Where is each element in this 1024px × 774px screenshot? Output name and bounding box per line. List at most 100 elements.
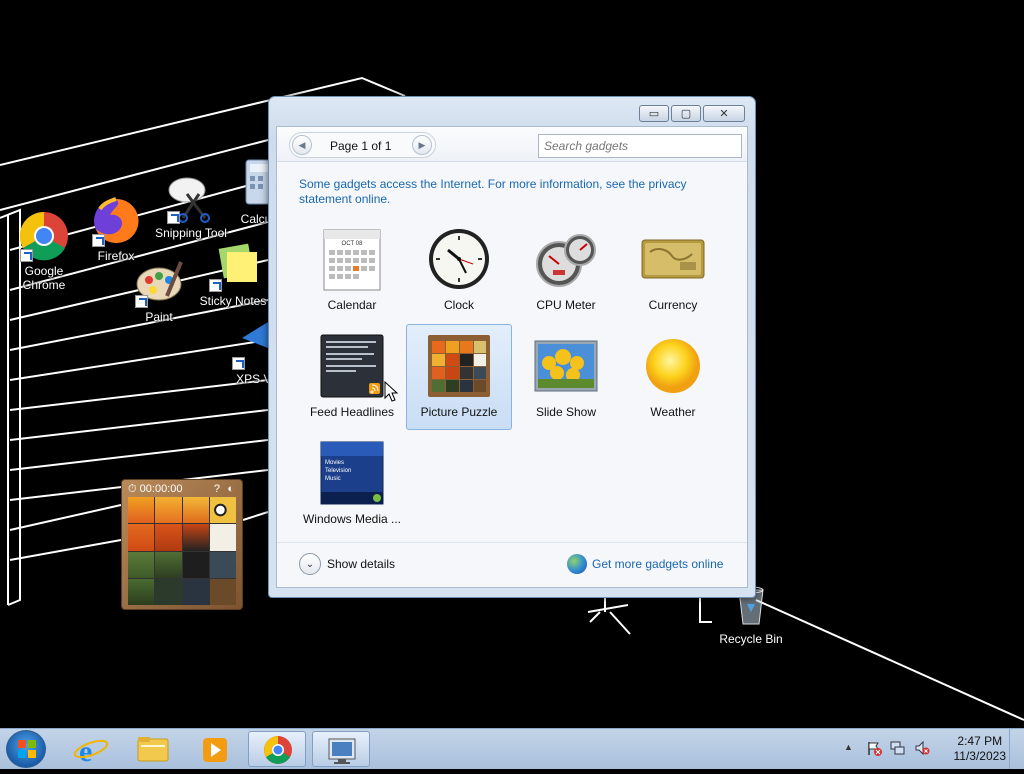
calendar-month-text: OCT 08 <box>342 241 364 247</box>
desktop-icon-google-chrome[interactable]: Google Chrome <box>4 210 84 292</box>
shortcut-arrow-icon <box>232 357 245 370</box>
puzzle-timer: 00:00:00 <box>139 483 183 495</box>
puzzle-tile[interactable] <box>182 551 209 578</box>
puzzle-tile[interactable] <box>209 551 236 578</box>
network-icon[interactable] <box>890 740 906 756</box>
puzzle-tile[interactable] <box>209 578 236 605</box>
search-gadgets-input[interactable] <box>538 134 742 158</box>
desktop-icon-calculator[interactable]: Calcu <box>228 158 268 226</box>
desktop-icon-label: Snipping Tool <box>155 226 227 240</box>
puzzle-tile[interactable] <box>128 524 155 551</box>
desktop-icon-xps-viewer[interactable]: XPS Vi <box>222 318 268 386</box>
maximize-button[interactable]: ▢ <box>671 105 701 122</box>
desktop-icon-label: Paint <box>145 310 173 324</box>
taskbar-google-chrome[interactable] <box>248 731 306 767</box>
gadget-weather[interactable]: Weather <box>620 324 726 430</box>
desktop-icon-label: Recycle Bin <box>719 632 783 646</box>
desktop-icon-snipping-tool[interactable]: Snipping Tool <box>152 172 230 240</box>
chevron-down-icon[interactable]: ⌄ <box>299 553 321 575</box>
gallery-footer: ⌄ Show details Get more gadgets online <box>277 542 747 587</box>
system-tray: ▲ <box>840 729 940 769</box>
puzzle-tile[interactable] <box>209 524 236 551</box>
taskbar-desktop-gadget-gallery[interactable] <box>312 731 370 767</box>
puzzle-tile[interactable] <box>128 551 155 578</box>
calendar-icon: OCT 08 <box>319 226 385 292</box>
puzzle-tile[interactable] <box>182 524 209 551</box>
gadget-label: Slide Show <box>535 405 597 419</box>
sun-weather-icon <box>640 333 706 399</box>
gallery-toolbar: ◀ Page 1 of 1 ▶ <box>277 127 747 162</box>
taskbar-internet-explorer[interactable]: e <box>62 731 120 768</box>
puzzle-tile[interactable] <box>155 524 182 551</box>
slide-show-icon <box>533 333 599 399</box>
volume-muted-icon[interactable] <box>914 740 930 756</box>
puzzle-tile[interactable] <box>155 497 182 524</box>
taskbar-media-player[interactable] <box>186 731 244 767</box>
internet-explorer-icon: e <box>73 735 109 768</box>
taskbar: e ▲ 2:47 PM 11/3/2023 <box>0 728 1024 769</box>
media-player-icon <box>203 738 227 762</box>
pager: ◀ Page 1 of 1 ▶ <box>289 132 436 158</box>
puzzle-header: ⏱ 00:00:00 ? ◐ <box>128 483 236 497</box>
folder-icon <box>137 737 169 762</box>
mouse-cursor <box>384 381 398 402</box>
gadget-label: Weather <box>650 405 696 419</box>
puzzle-tile[interactable] <box>209 497 236 524</box>
windows-logo-icon <box>18 740 36 758</box>
globe-icon <box>567 554 587 574</box>
clock-time: 2:47 PM <box>957 734 1003 748</box>
gadget-gallery-window[interactable]: ▭ ▢ ✕ ◀ Page 1 of 1 ▶ Some gadgets acces… <box>268 96 756 598</box>
desktop-icon-paint[interactable]: Paint <box>119 256 199 324</box>
desktop-icon-firefox[interactable]: Firefox <box>76 195 156 263</box>
gadget-clock[interactable]: Clock <box>406 217 512 323</box>
puzzle-board[interactable] <box>128 497 236 605</box>
gadget-calendar[interactable]: OCT 08 Calendar <box>299 217 405 323</box>
desktop-icon-sticky-notes[interactable]: Sticky Notes <box>198 240 268 308</box>
gadget-slide-show[interactable]: Slide Show <box>513 324 619 430</box>
show-hidden-icons-button[interactable]: ▲ <box>844 742 853 752</box>
gadget-label: Currency <box>648 298 698 312</box>
shortcut-arrow-icon <box>20 249 33 262</box>
puzzle-help-button[interactable]: ? <box>214 483 220 495</box>
privacy-notice-link[interactable]: Some gadgets access the Internet. For mo… <box>299 177 719 207</box>
taskbar-clock[interactable]: 2:47 PM 11/3/2023 <box>954 734 1007 764</box>
previous-page-button[interactable]: ◀ <box>292 135 312 155</box>
minimize-button[interactable]: ▭ <box>639 105 669 122</box>
gadget-feed-headlines[interactable]: Feed Headlines <box>299 324 405 430</box>
clock-date: 11/3/2023 <box>953 749 1007 763</box>
close-button[interactable]: ✕ <box>703 105 745 122</box>
sticky-note-icon <box>207 240 259 292</box>
puzzle-tile[interactable] <box>155 551 182 578</box>
puzzle-hint-icon[interactable]: ◐ <box>227 483 234 495</box>
chrome-icon <box>18 210 70 262</box>
media-menu-item: Movies <box>325 460 344 466</box>
puzzle-tile[interactable] <box>182 497 209 524</box>
taskbar-file-explorer[interactable] <box>124 731 182 767</box>
puzzle-tile[interactable] <box>155 578 182 605</box>
gadget-picture-puzzle[interactable]: Picture Puzzle <box>406 324 512 430</box>
shortcut-arrow-icon <box>135 295 148 308</box>
page-indicator: Page 1 of 1 <box>330 139 392 153</box>
picture-puzzle-gadget[interactable]: ⏱ 00:00:00 ? ◐ <box>121 479 243 610</box>
paint-palette-icon <box>133 256 185 308</box>
shortcut-arrow-icon <box>92 234 105 247</box>
window-controls: ▭ ▢ ✕ <box>639 105 745 122</box>
gadget-windows-media-center[interactable]: Movies Television Music Windows Media ... <box>299 431 405 537</box>
gadget-cpu-meter[interactable]: CPU Meter <box>513 217 619 323</box>
media-menu-item: Music <box>325 476 341 482</box>
next-page-button[interactable]: ▶ <box>412 135 432 155</box>
show-details-button[interactable]: Show details <box>327 557 395 571</box>
show-desktop-button[interactable] <box>1009 729 1024 769</box>
puzzle-tile[interactable] <box>182 578 209 605</box>
shortcut-arrow-icon <box>167 211 180 224</box>
gadget-label: Picture Puzzle <box>420 405 498 419</box>
puzzle-tile[interactable] <box>128 497 155 524</box>
gadget-label: CPU Meter <box>536 298 596 312</box>
gadget-gallery-icon <box>328 738 356 764</box>
media-menu-item: Television <box>325 468 351 474</box>
get-more-gadgets-link[interactable]: Get more gadgets online <box>592 557 723 571</box>
action-center-flag-icon[interactable] <box>866 740 882 756</box>
puzzle-tile[interactable] <box>128 578 155 605</box>
start-button[interactable] <box>6 730 46 768</box>
gadget-currency[interactable]: Currency <box>620 217 726 323</box>
